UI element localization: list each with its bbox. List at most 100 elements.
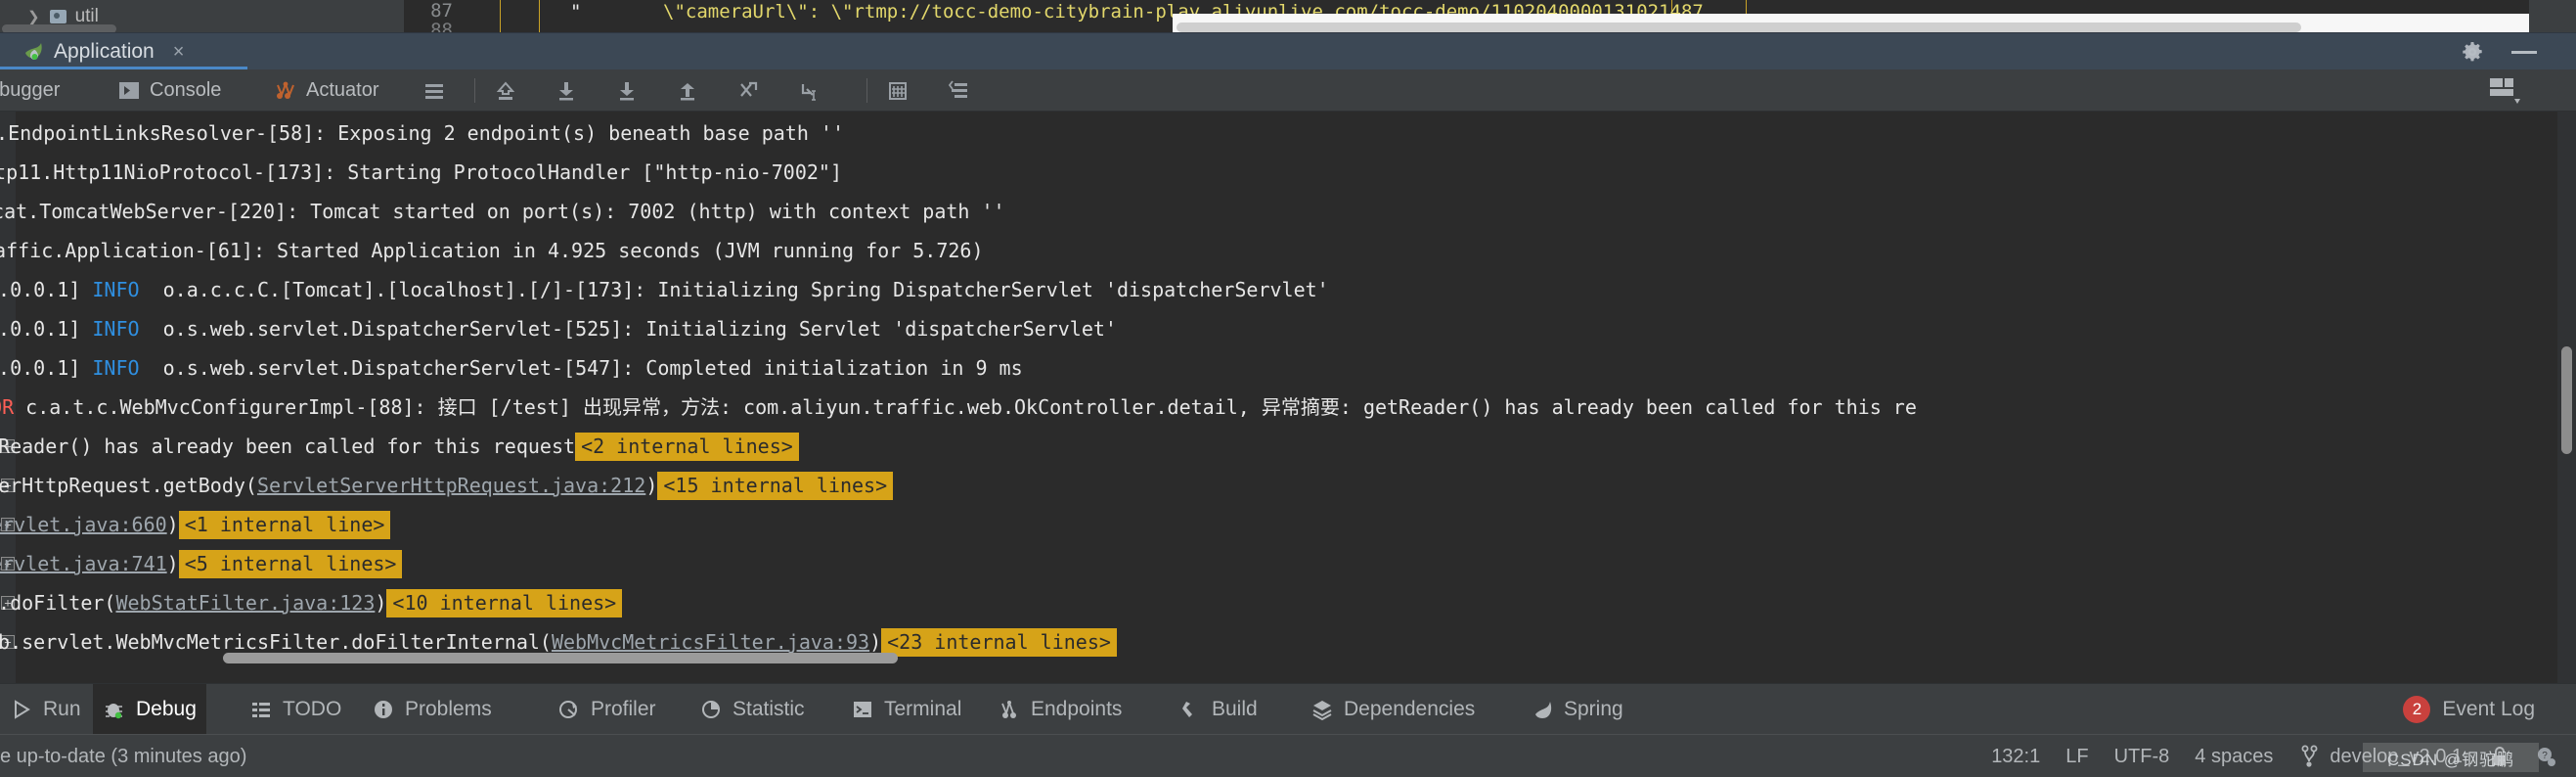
console-line[interactable]: ROR c.a.t.c.WebMvcConfigurerImpl-[88]: 接…	[0, 397, 1917, 417]
console-line[interactable]: r.doFilter(WebStatFilter.java:123)<10 in…	[0, 589, 623, 617]
tab-actuator[interactable]: Actuator	[274, 69, 378, 112]
chevron-right-icon[interactable]: ❯	[27, 8, 40, 25]
tool-tab-run[interactable]: Run	[0, 684, 91, 735]
editor-line-number: 87	[430, 0, 453, 22]
settings-list-button[interactable]	[947, 69, 970, 112]
console-line[interactable]: raffic.Application-[61]: Started Applica…	[0, 241, 984, 260]
console-line[interactable]: tReader() has already been called for th…	[0, 433, 799, 461]
console-segment-plain: 7.0.0.1]	[0, 356, 81, 380]
build-icon	[1178, 698, 1202, 721]
layout-settings-button[interactable]	[2488, 75, 2527, 112]
event-log-button[interactable]: 2 Event Log	[2403, 684, 2535, 735]
scroll-to-start-button[interactable]	[676, 69, 699, 112]
tool-tab-terminal[interactable]: Terminal	[841, 684, 971, 735]
console-line[interactable]: 7.0.0.1] INFO o.a.c.c.C.[Tomcat].[localh…	[0, 280, 1329, 299]
console-segment-plain: )	[645, 474, 658, 497]
caret-position[interactable]: 132:1	[1991, 746, 2040, 768]
scroll-to-top-button[interactable]	[494, 69, 517, 112]
profiler-icon	[557, 698, 581, 721]
console-line[interactable]: Servlet.java:741)<5 internal lines>	[0, 550, 403, 578]
spring-leaf-icon	[22, 41, 45, 63]
indent-guide	[500, 0, 501, 32]
tab-debugger[interactable]: ebugger	[0, 69, 60, 112]
arrow-to-cursor-button[interactable]	[797, 69, 821, 112]
console-segment-link[interactable]: ServletServerHttpRequest.java:212	[257, 474, 645, 497]
folder-icon	[49, 9, 67, 23]
tool-tab-dependencies[interactable]: Dependencies	[1301, 684, 1485, 735]
tab-console[interactable]: Console	[117, 69, 221, 112]
tool-tab-profiler[interactable]: Profiler	[548, 684, 666, 735]
console-line[interactable]: ).EndpointLinksResolver-[58]: Exposing 2…	[0, 123, 844, 143]
step-down-button[interactable]	[555, 69, 578, 112]
console-line[interactable]: Servlet.java:660)<1 internal line>	[0, 511, 391, 539]
close-and-rerun-button[interactable]	[736, 69, 760, 112]
tool-tab-build[interactable]: Build	[1169, 684, 1267, 735]
tool-tab-spring[interactable]: Spring	[1521, 684, 1633, 735]
up-from-bar-icon	[676, 79, 699, 102]
console-segment-highlight: <1 internal line>	[178, 511, 391, 539]
file-encoding[interactable]: UTF-8	[2114, 746, 2170, 768]
console-segment-plain: r.doFilter(	[0, 591, 116, 615]
console-line[interactable]: 7.0.0.1] INFO o.s.web.servlet.Dispatcher…	[0, 358, 1023, 378]
editor-hscrollbar[interactable]	[1177, 23, 2301, 32]
console-segment-error: ROR	[0, 395, 15, 419]
toolbar-separator	[474, 78, 475, 103]
console-output-panel[interactable]: ).EndpointLinksResolver-[58]: Exposing 2…	[0, 112, 2576, 683]
console-segment-link[interactable]: WebMvcMetricsFilter.java:93	[552, 630, 869, 654]
gear-icon[interactable]	[2462, 41, 2483, 63]
bug-icon	[103, 698, 126, 721]
console-line[interactable]: ncat.TomcatWebServer-[220]: Tomcat start…	[0, 202, 1005, 221]
console-segment-plain: ncat.TomcatWebServer-[220]: Tomcat start…	[0, 200, 1005, 223]
console-segment-highlight: <2 internal lines>	[575, 433, 799, 461]
tool-window-bar: Run Debug TODO Problems Profiler Statistic Ter…	[0, 683, 2576, 735]
print-button[interactable]	[886, 69, 910, 112]
run-tab-application[interactable]: Application ×	[0, 33, 247, 70]
problems-icon	[372, 698, 395, 721]
console-vscrollbar[interactable]	[2561, 346, 2572, 454]
console-segment-highlight: <5 internal lines>	[178, 550, 403, 578]
csdn-watermark: CSDN @钢驼鹏	[2363, 743, 2539, 772]
console-segment-plain: ).EndpointLinksResolver-[58]: Exposing 2…	[0, 121, 844, 145]
console-segment-plain: 7.0.0.1]	[0, 317, 81, 341]
soft-wrap-button[interactable]	[422, 69, 446, 112]
console-segment-info: INFO	[92, 278, 140, 301]
console-segment-link[interactable]: WebStatFilter.java:123	[115, 591, 375, 615]
console-segment-plain: o.s.web.servlet.DispatcherServlet-[525]:…	[139, 317, 1117, 341]
tool-tab-label: Run	[43, 698, 81, 720]
console-segment-plain: 7.0.0.1]	[0, 278, 81, 301]
console-segment-link[interactable]: Servlet.java:660	[0, 513, 167, 536]
editor-code-strip[interactable]: " \"cameraUrl\": \"rtmp://tocc-demo-city…	[463, 0, 2576, 32]
console-segment-highlight: <23 internal lines>	[881, 628, 1117, 657]
console-segment-plain: )	[166, 552, 179, 575]
console-line[interactable]: 7.0.0.1] INFO o.s.web.servlet.Dispatcher…	[0, 319, 1117, 339]
status-bar-right: 132:1 LF UTF-8 4 spaces develop_v2.0.1 ?…	[1991, 735, 2556, 777]
close-icon[interactable]: ×	[173, 41, 185, 64]
indent-setting[interactable]: 4 spaces	[2195, 746, 2273, 768]
console-segment-info: INFO	[92, 356, 140, 380]
tab-actuator-label: Actuator	[306, 79, 379, 101]
console-line[interactable]: eb.servlet.WebMvcMetricsFilter.doFilterI…	[0, 628, 1117, 657]
console-segment-highlight: <15 internal lines>	[657, 472, 894, 500]
tool-tab-endpoints[interactable]: Endpoints	[988, 684, 1132, 735]
tool-tab-todo[interactable]: TODO	[240, 684, 351, 735]
scroll-to-end-button[interactable]	[615, 69, 639, 112]
console-segment-plain: verHttpRequest.getBody(	[0, 474, 257, 497]
line-separator[interactable]: LF	[2065, 746, 2088, 768]
console-segment-plain: o.s.web.servlet.DispatcherServlet-[547]:…	[139, 356, 1023, 380]
console-line[interactable]: verHttpRequest.getBody(ServletServerHttp…	[0, 472, 894, 500]
minimize-icon[interactable]	[2511, 51, 2537, 54]
console-line[interactable]: :tp11.Http11NioProtocol-[173]: Starting …	[0, 162, 842, 182]
editor-line-number: 88	[430, 20, 453, 32]
tool-tab-label: Problems	[405, 698, 492, 720]
tool-tab-problems[interactable]: Problems	[362, 684, 502, 735]
tool-tab-label: Spring	[1564, 698, 1623, 720]
console-segment-plain: eb.servlet.WebMvcMetricsFilter.doFilterI…	[0, 630, 552, 654]
tool-tab-label: TODO	[283, 698, 342, 720]
console-segment-plain: raffic.Application-[61]: Started Applica…	[0, 239, 984, 262]
editor-remnant-strip: ❯ util 87 88 " \"cameraUrl\": \"rtmp://t…	[0, 0, 2576, 33]
lines-icon	[422, 79, 446, 102]
tool-tab-statistic[interactable]: Statistic	[689, 684, 815, 735]
console-hscrollbar[interactable]	[223, 653, 898, 663]
console-segment-link[interactable]: Servlet.java:741	[0, 552, 167, 575]
tool-tab-debug[interactable]: Debug	[93, 684, 206, 735]
